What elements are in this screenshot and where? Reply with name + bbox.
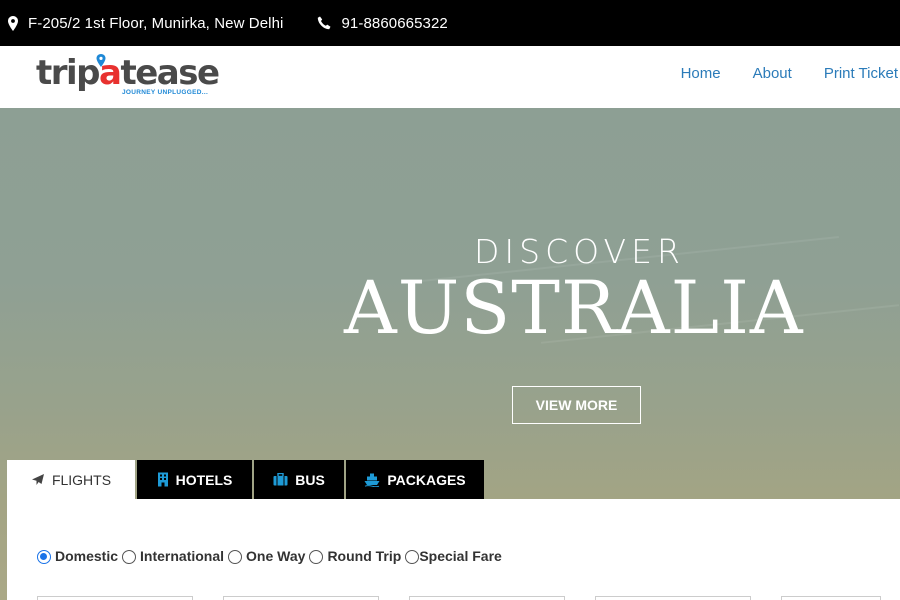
site-header: tripatease JOURNEY UNPLUGGED... Home Abo…: [0, 46, 900, 108]
search-fields-row: [37, 596, 881, 600]
ship-icon: [364, 473, 380, 487]
radio-one-way[interactable]: One Way: [228, 547, 305, 564]
tab-hotels[interactable]: HOTELS: [137, 460, 252, 499]
tab-label: HOTELS: [175, 471, 233, 488]
briefcase-icon: [273, 473, 288, 486]
plane-icon: [31, 474, 44, 485]
tab-bus[interactable]: BUS: [254, 460, 344, 499]
radio-button[interactable]: [37, 550, 51, 564]
logo-wordmark: tripatease: [36, 53, 220, 93]
radio-button[interactable]: [405, 550, 420, 564]
building-icon: [157, 472, 168, 487]
view-more-button[interactable]: VIEW MORE: [512, 386, 641, 424]
tab-flights[interactable]: FLIGHTS: [7, 460, 135, 500]
radio-button[interactable]: [309, 550, 324, 564]
from-field[interactable]: [37, 596, 193, 600]
search-tabs: FLIGHTS HOTELS BUS PACKAGES: [7, 460, 486, 500]
radio-button[interactable]: [122, 550, 137, 564]
phone-block: 91-8860665322: [317, 15, 448, 32]
map-pin-icon: [8, 15, 18, 31]
phone-icon: [318, 16, 331, 30]
trip-type-options: Domestic International One Way Round Tri…: [37, 547, 506, 564]
tab-packages[interactable]: PACKAGES: [346, 460, 484, 499]
logo-tagline: JOURNEY UNPLUGGED...: [122, 89, 209, 96]
nav-print-ticket[interactable]: Print Ticket: [824, 65, 898, 82]
nav-home[interactable]: Home: [681, 65, 721, 82]
return-date-field[interactable]: [595, 596, 751, 600]
radio-button[interactable]: [228, 550, 243, 564]
flight-search-panel: Domestic International One Way Round Tri…: [7, 499, 900, 600]
radio-domestic[interactable]: Domestic: [37, 547, 118, 564]
tab-label: FLIGHTS: [51, 472, 112, 488]
radio-special-fare[interactable]: Special Fare: [405, 547, 502, 564]
top-contact-bar: F-205/2 1st Floor, Munirka, New Delhi 91…: [0, 0, 900, 46]
main-nav: Home About Print Ticket: [649, 46, 898, 100]
travellers-field[interactable]: [781, 596, 881, 600]
radio-international[interactable]: International: [122, 547, 224, 564]
depart-date-field[interactable]: [409, 596, 565, 600]
phone-text[interactable]: 91-8860665322: [341, 15, 447, 32]
to-field[interactable]: [223, 596, 379, 600]
hero-title: AUSTRALIA: [344, 266, 804, 351]
nav-about[interactable]: About: [753, 65, 792, 82]
address-block: F-205/2 1st Floor, Munirka, New Delhi: [8, 15, 283, 32]
address-text: F-205/2 1st Floor, Munirka, New Delhi: [28, 14, 284, 32]
tab-label: PACKAGES: [387, 471, 466, 488]
site-logo[interactable]: tripatease JOURNEY UNPLUGGED...: [36, 54, 220, 98]
logo-pin-icon: [96, 54, 106, 67]
radio-round-trip[interactable]: Round Trip: [309, 547, 401, 564]
tab-label: BUS: [295, 471, 325, 488]
